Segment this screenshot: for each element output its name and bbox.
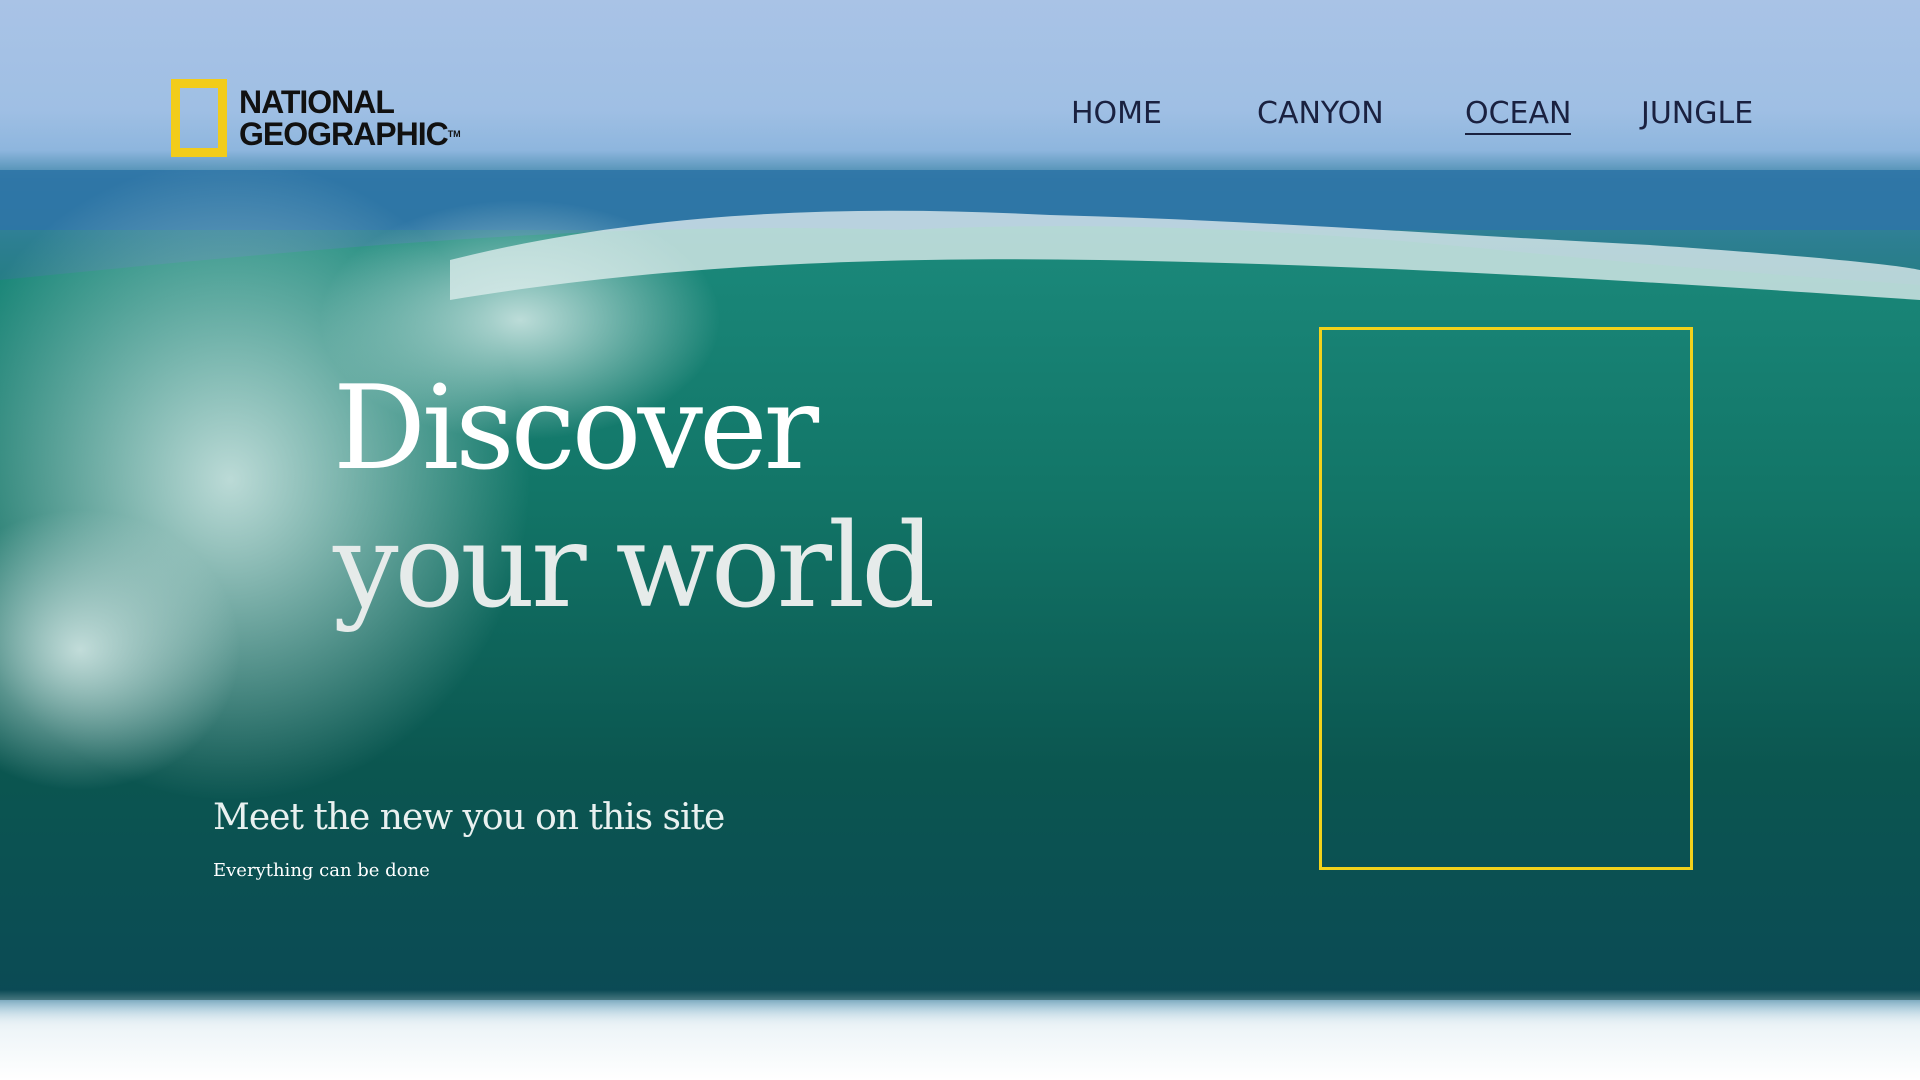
hero-title-line1: Discover (333, 361, 819, 496)
nav-jungle[interactable]: JUNGLE (1641, 96, 1753, 131)
national-geographic-logo[interactable]: NATIONAL GEOGRAPHICTM (171, 79, 461, 157)
logo-line-geographic: GEOGRAPHICTM (239, 118, 461, 150)
yellow-frame-logo-icon (171, 79, 227, 157)
nav-canyon[interactable]: CANYON (1257, 96, 1384, 131)
logo-line-national: NATIONAL (239, 84, 395, 120)
hero-title: Discover your world (333, 360, 935, 636)
nav-home[interactable]: HOME (1071, 96, 1162, 131)
nav-ocean[interactable]: OCEAN (1465, 96, 1572, 135)
hero-subtitle: Meet the new you on this site (213, 797, 725, 838)
trademark-symbol: TM (447, 129, 461, 139)
yellow-frame-box (1319, 327, 1693, 870)
logo-geographic-text: GEOGRAPHIC (239, 116, 449, 152)
hero-caption: Everything can be done (213, 860, 430, 881)
logo-wordmark: NATIONAL GEOGRAPHICTM (239, 86, 461, 150)
hero-title-line2: your world (333, 499, 935, 634)
